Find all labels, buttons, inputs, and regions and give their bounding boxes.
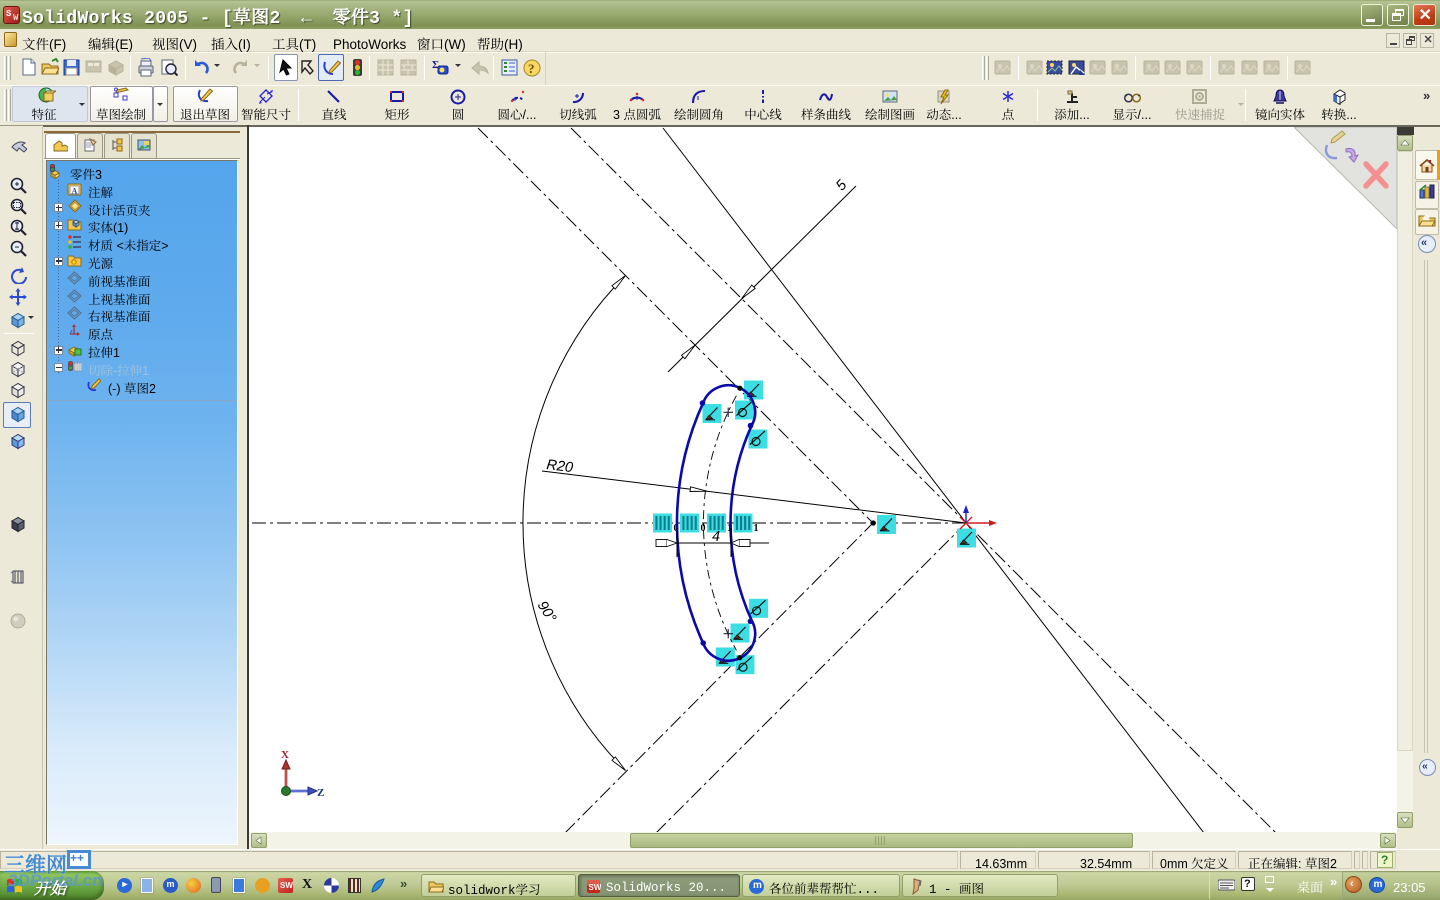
svg-text:A: A [72,187,78,196]
svg-text:R20: R20 [546,457,574,476]
svg-text:0: 0 [701,523,706,534]
svg-text:90°: 90° [534,598,559,625]
svg-text:4: 4 [712,529,720,545]
svg-text:Z: Z [317,787,324,799]
svg-text:?: ? [528,61,535,76]
svg-text:X: X [281,749,289,761]
svg-text:1: 1 [754,523,759,534]
svg-text:5: 5 [833,177,851,194]
svg-text:SW: SW [589,883,602,892]
